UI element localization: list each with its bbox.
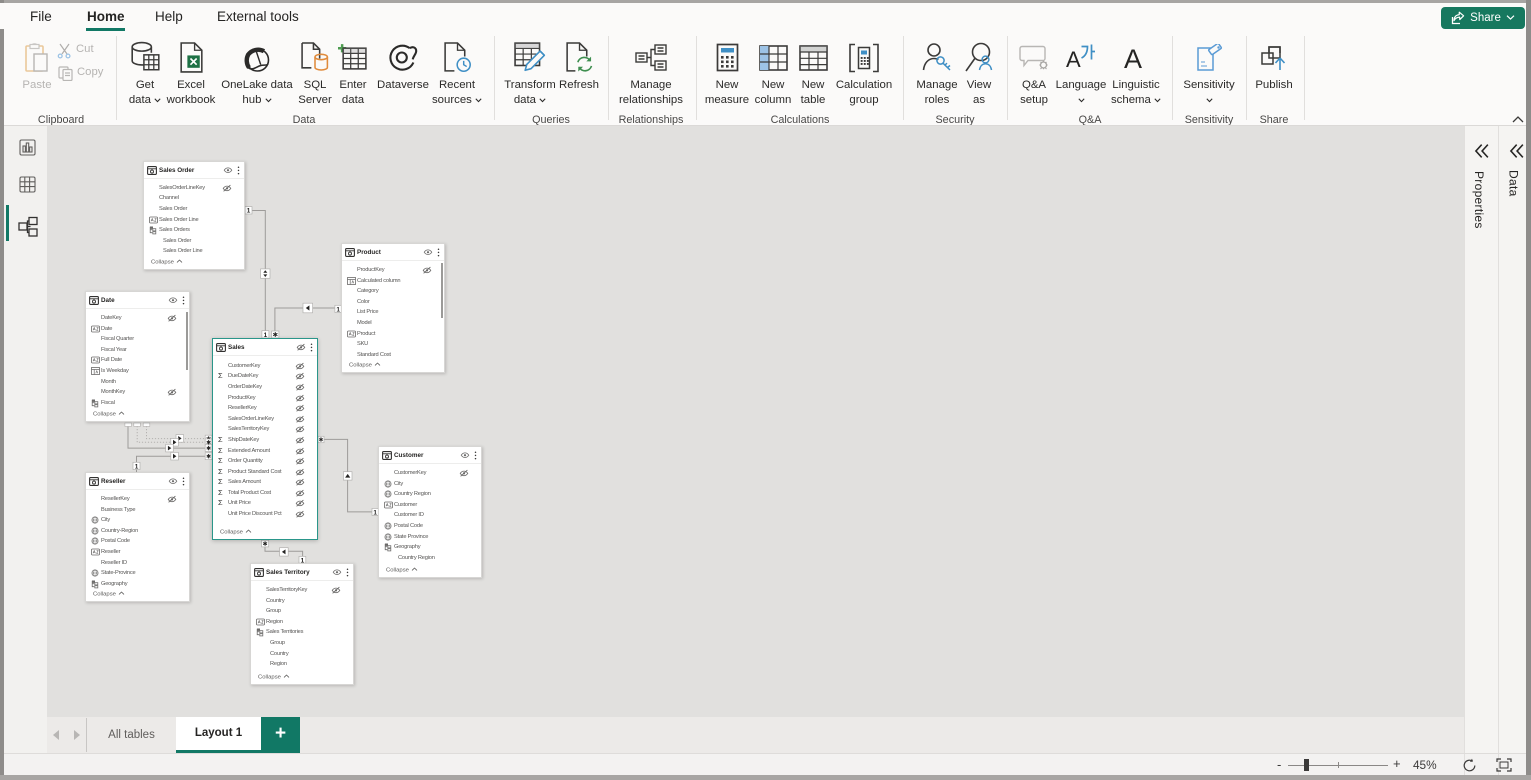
svg-text:1: 1 [373, 510, 377, 517]
svg-text:1: 1 [336, 306, 340, 313]
svg-text:1: 1 [247, 208, 251, 215]
svg-text:1: 1 [135, 463, 139, 470]
